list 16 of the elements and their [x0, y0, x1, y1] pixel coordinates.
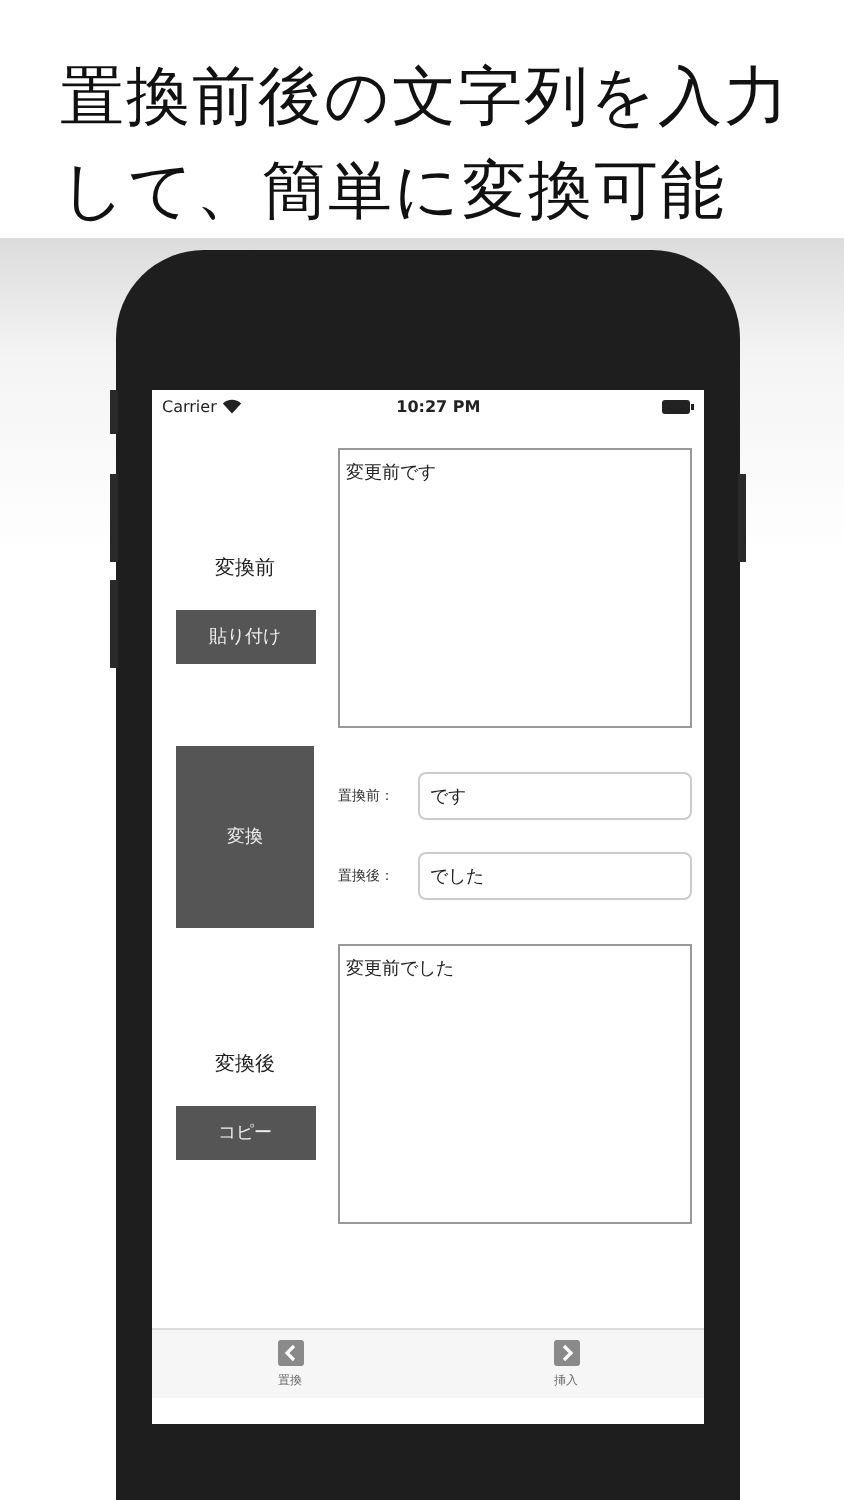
headline: 置換前後の文字列を入力して、簡単に変換可能	[60, 56, 792, 232]
input-field[interactable]: です	[418, 772, 692, 820]
wifi-icon	[222, 398, 243, 414]
chevron-right-icon	[553, 1339, 579, 1365]
text-area[interactable]: 変更前です	[338, 448, 692, 728]
paste-button[interactable]: 貼り付け	[175, 609, 315, 663]
convert-button[interactable]: 変換	[176, 745, 314, 927]
status-time: 10:27 PM	[394, 397, 483, 415]
chevron-left-icon	[277, 1339, 303, 1365]
battery-icon	[662, 399, 694, 413]
carrier-label: Carrier	[162, 397, 217, 415]
text-area[interactable]: 変更前でした	[338, 944, 692, 1224]
copy-button[interactable]: コピー	[175, 1105, 315, 1159]
input-field[interactable]: でした	[418, 852, 692, 900]
section-label: 変換前	[215, 555, 275, 581]
section-label: 変換後	[215, 1051, 275, 1077]
